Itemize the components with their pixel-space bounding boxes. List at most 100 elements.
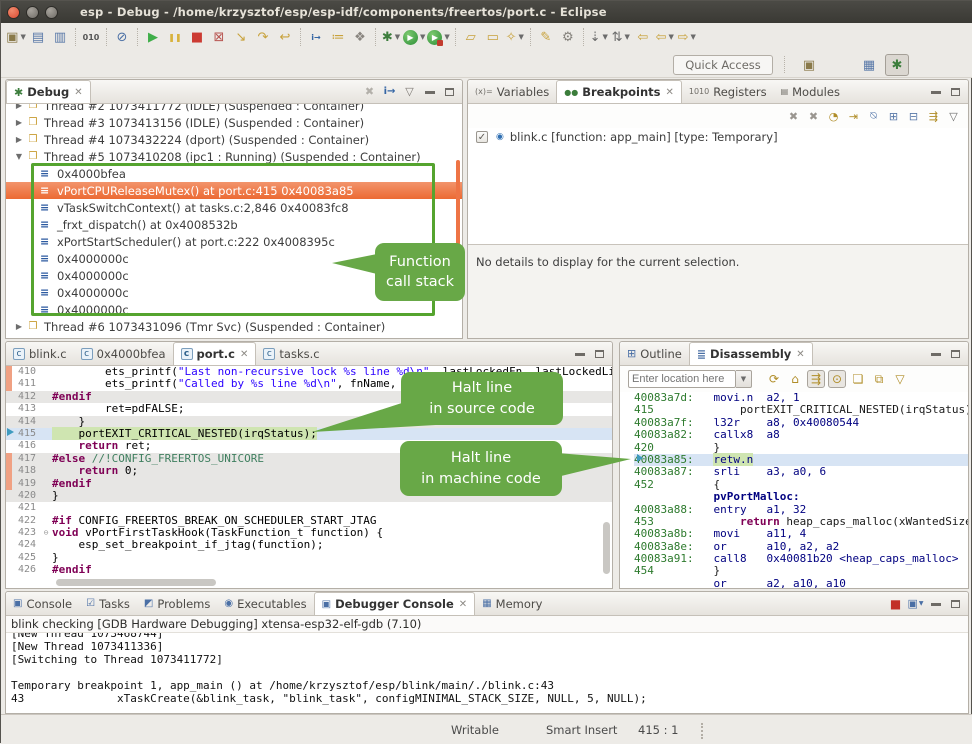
maximize-icon[interactable] xyxy=(947,595,964,613)
step-into-button[interactable]: ↘ xyxy=(231,26,251,48)
forward-button[interactable]: ⇨▼ xyxy=(677,26,697,48)
breakpoint-item[interactable]: ✓ ◉ blink.c [function: app_main] [type: … xyxy=(468,128,968,146)
display-selected-console-button[interactable]: ▣▼ xyxy=(907,595,924,613)
remove-breakpoint-button[interactable]: ✖ xyxy=(785,107,802,125)
expander-icon[interactable]: ▶ xyxy=(14,135,24,144)
debug-frame-row[interactable]: ≡xPortStartScheduler() at port.c:222 0x4… xyxy=(6,233,462,250)
debug-thread-row[interactable]: ▶❒Thread #4 1073432224 (dport) (Suspende… xyxy=(6,131,462,148)
mark-occurrences-button[interactable]: ✎ xyxy=(536,26,556,48)
instruction-stepping-toggle[interactable]: i→ xyxy=(381,83,398,101)
tab-memory[interactable]: ▦Memory xyxy=(475,592,549,615)
open-new-view-button[interactable]: ❏ xyxy=(849,370,867,388)
expand-all-button[interactable]: ⊞ xyxy=(885,107,902,125)
console-output[interactable]: [New Thread 1073468744][New Thread 10734… xyxy=(6,633,968,713)
external-tools-button[interactable]: ▶▼ xyxy=(427,26,449,48)
minimize-icon[interactable] xyxy=(927,83,944,101)
run-button[interactable]: ▶▼ xyxy=(403,26,425,48)
debug-frame-row[interactable]: ≡vPortCPUReleaseMutex() at port.c:415 0x… xyxy=(6,182,462,199)
editor-tab-0x4000bfea[interactable]: c0x4000bfea xyxy=(74,342,173,365)
debug-frame-row[interactable]: ≡_frxt_dispatch() at 0x4008532b xyxy=(6,216,462,233)
close-icon[interactable]: ✕ xyxy=(459,599,467,610)
maximize-icon[interactable] xyxy=(591,345,608,363)
debug-frame-row[interactable]: ≡0x4000000c xyxy=(6,267,462,284)
tab-variables[interactable]: (x)=Variables xyxy=(468,80,556,103)
debug-perspective-button[interactable]: ✱ xyxy=(885,54,909,76)
trace-control-button[interactable]: ❖ xyxy=(350,26,370,48)
maximize-icon[interactable] xyxy=(947,83,964,101)
cpp-perspective-button[interactable]: ▦ xyxy=(857,54,881,76)
follow-execution-button[interactable]: ⇶ xyxy=(807,370,825,388)
maximize-icon[interactable] xyxy=(947,345,964,363)
debug-thread-row[interactable]: ▶❒Thread #2 1073411772 (IDLE) (Suspended… xyxy=(6,104,462,114)
remove-all-breakpoints-button[interactable]: ✖ xyxy=(805,107,822,125)
expander-icon[interactable]: ▶ xyxy=(14,322,24,331)
debug-thread-row[interactable]: ▶❒Thread #6 1073431096 (Tmr Svc) (Suspen… xyxy=(6,318,462,335)
search-button[interactable]: ✧▼ xyxy=(505,26,525,48)
editor-hscrollbar[interactable] xyxy=(56,579,216,586)
resume-button[interactable]: ▶ xyxy=(143,26,163,48)
disconnect-button[interactable]: ⊠ xyxy=(209,26,229,48)
location-input[interactable] xyxy=(628,370,736,388)
view-menu-button[interactable]: ▽ xyxy=(891,370,909,388)
remove-all-terminated-button[interactable]: ✖ xyxy=(361,83,378,101)
build-binary-button[interactable]: 010 xyxy=(81,26,101,48)
go-to-annotation-button[interactable]: ⇅▼ xyxy=(611,26,631,48)
debug-frame-row[interactable]: ≡0x4000000c xyxy=(6,284,462,301)
close-icon[interactable]: ✕ xyxy=(74,87,82,98)
terminate-console-button[interactable]: ■ xyxy=(887,595,904,613)
editor-vscrollbar[interactable] xyxy=(603,522,610,574)
expander-icon[interactable]: ▼ xyxy=(14,152,24,161)
debug-frame-row[interactable]: ≡0x4000000c xyxy=(6,301,462,318)
instruction-stepping-button[interactable]: i→ xyxy=(306,26,326,48)
expander-icon[interactable]: ▶ xyxy=(14,104,24,110)
editor-tab-blink-c[interactable]: cblink.c xyxy=(6,342,74,365)
skip-breakpoints-button[interactable]: ⊘ xyxy=(112,26,132,48)
minimize-icon[interactable] xyxy=(927,345,944,363)
refresh-button[interactable]: ⟳ xyxy=(765,370,783,388)
new-project-button[interactable]: ▱ xyxy=(461,26,481,48)
back-button[interactable]: ⇦ xyxy=(633,26,653,48)
window-maximize-button[interactable] xyxy=(45,6,58,19)
minimize-icon[interactable] xyxy=(421,83,438,101)
tab-registers[interactable]: 1010Registers xyxy=(682,80,774,103)
maximize-icon[interactable] xyxy=(441,83,458,101)
close-icon[interactable]: ✕ xyxy=(665,87,673,98)
window-minimize-button[interactable] xyxy=(26,6,39,19)
open-element-button[interactable]: ▭ xyxy=(483,26,503,48)
terminate-button[interactable]: ■ xyxy=(187,26,207,48)
save-all-button[interactable]: ▥ xyxy=(50,26,70,48)
window-close-button[interactable] xyxy=(7,6,20,19)
new-wizard-button[interactable]: ▣▼ xyxy=(6,26,26,48)
tab-tasks[interactable]: ☑Tasks xyxy=(79,592,137,615)
tab-console[interactable]: ▣Console xyxy=(6,592,79,615)
sync-selection-button[interactable]: ⊙ xyxy=(828,370,846,388)
editor-tab-tasks-c[interactable]: ctasks.c xyxy=(256,342,326,365)
debug-frame-row[interactable]: ≡0x4000000c xyxy=(6,250,462,267)
quick-access-button[interactable]: Quick Access xyxy=(673,55,773,75)
save-button[interactable]: ▤ xyxy=(28,26,48,48)
close-icon[interactable]: ✕ xyxy=(240,349,248,360)
back-history-button[interactable]: ⇦▼ xyxy=(655,26,675,48)
debug-thread-row[interactable]: ▼❒Thread #5 1073410208 (ipc1 : Running) … xyxy=(6,148,462,165)
home-button[interactable]: ⌂ xyxy=(786,370,804,388)
tab-outline[interactable]: ⊞Outline xyxy=(620,342,689,365)
tab-modules[interactable]: ▤Modules xyxy=(774,80,847,103)
debug-thread-row[interactable]: ▶❒Thread #3 1073413156 (IDLE) (Suspended… xyxy=(6,114,462,131)
source-code-area[interactable]: 410 ets_printf("Last non-recursive lock … xyxy=(6,366,612,588)
close-icon[interactable]: ✕ xyxy=(796,349,804,360)
show-execution-button[interactable]: ≔ xyxy=(328,26,348,48)
step-return-button[interactable]: ↩ xyxy=(275,26,295,48)
last-edit-location-button[interactable]: ⇣▼ xyxy=(589,26,609,48)
build-settings-button[interactable]: ⚙ xyxy=(558,26,578,48)
go-to-file-button[interactable]: ⇥ xyxy=(845,107,862,125)
debug-frame-row[interactable]: ≡0x4000bfea xyxy=(6,165,462,182)
debug-button[interactable]: ✱▼ xyxy=(381,26,401,48)
view-menu-button[interactable]: ▽ xyxy=(945,107,962,125)
debug-frame-row[interactable]: ≡vTaskSwitchContext() at tasks.c:2,846 0… xyxy=(6,199,462,216)
editor-tab-port-c[interactable]: cport.c✕ xyxy=(173,342,257,365)
suspend-button[interactable]: ❚❚ xyxy=(165,26,185,48)
show-breakpoint-types-button[interactable]: ◔ xyxy=(825,107,842,125)
view-menu-icon[interactable]: ▽ xyxy=(401,83,418,101)
minimize-icon[interactable] xyxy=(571,345,588,363)
debug-scrollbar[interactable] xyxy=(456,160,460,290)
